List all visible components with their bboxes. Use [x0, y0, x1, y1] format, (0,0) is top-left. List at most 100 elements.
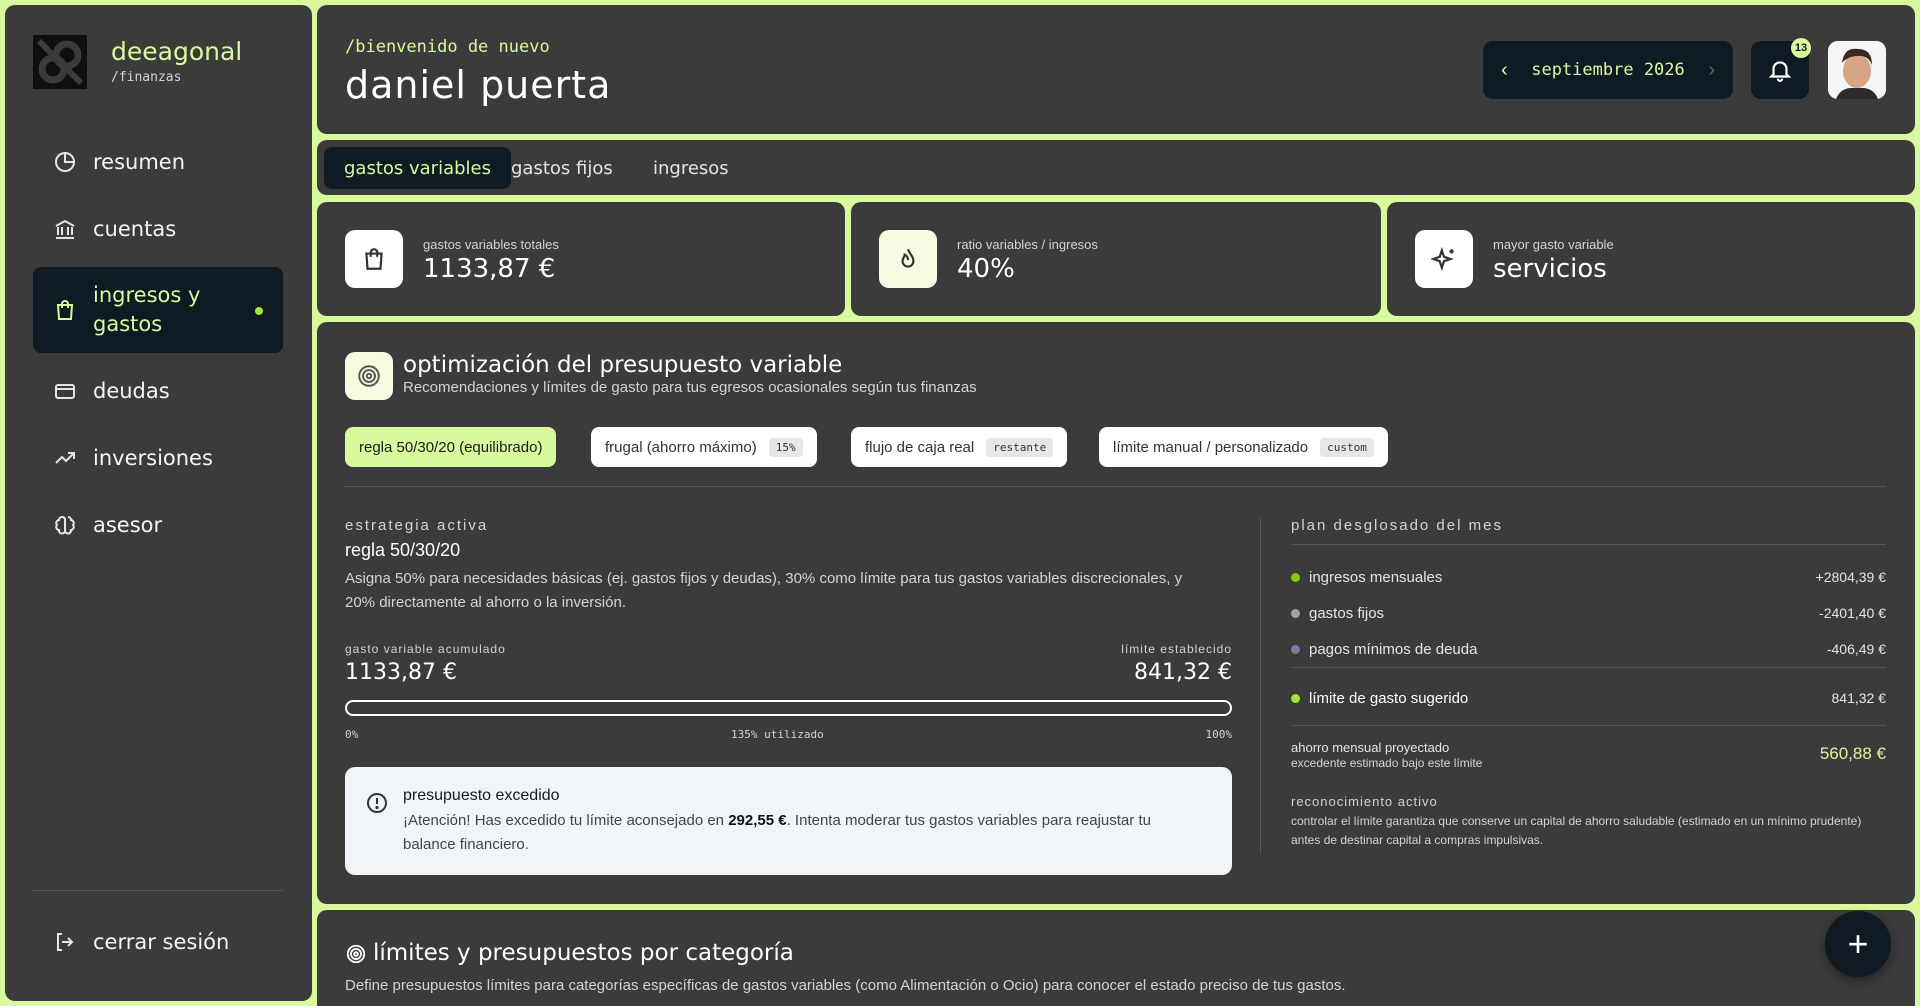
strategy-name: regla 50/30/20 — [345, 540, 461, 560]
plan-row-amount: +2804,39 € — [1815, 569, 1886, 585]
strategy-chip-manual[interactable]: límite manual / personalizado custom — [1099, 427, 1388, 467]
tab-gastos-variables[interactable]: gastos variables — [324, 147, 511, 189]
section-title: límites y presupuestos por categoría — [373, 940, 794, 966]
plan-row-label: límite de gasto sugerido — [1309, 689, 1469, 707]
limit-value: 841,32 € — [1134, 660, 1232, 685]
progress-used-label: 135% utilizado — [731, 728, 824, 741]
strategy-label: estrategia activa — [345, 517, 489, 534]
divider — [1291, 544, 1886, 545]
logout-button[interactable]: cerrar sesión — [33, 913, 283, 971]
chevron-right-icon[interactable]: › — [1708, 59, 1715, 82]
accumulated-value: 1133,87 € — [345, 660, 457, 685]
plan-row-fixed: gastos fijos -2401,40 € — [1291, 601, 1886, 625]
logout-icon — [57, 933, 74, 951]
pie-chart-icon — [55, 151, 76, 172]
page-title: daniel puerta — [345, 63, 612, 107]
tab-bar: gastos variables gastos fijos ingresos — [317, 140, 1915, 195]
projected-savings-amount: 560,88 € — [1819, 744, 1886, 763]
plan-row-label: gastos fijos — [1309, 604, 1385, 622]
plan-label: plan desglosado del mes — [1291, 517, 1503, 534]
column-divider — [1260, 517, 1261, 854]
sidebar-item-asesor[interactable]: asesor — [33, 496, 283, 554]
stat-label: mayor gasto variable — [1493, 237, 1614, 252]
trending-up-icon — [55, 452, 75, 464]
alert-body: ¡Atención! Has excedido tu límite aconse… — [403, 812, 1151, 853]
stat-card-total: gastos variables totales 1133,87 € — [317, 202, 845, 316]
chip-tag: restante — [986, 437, 1054, 457]
plan-row-suggested-limit: límite de gasto sugerido 841,32 € — [1291, 686, 1886, 710]
active-indicator-dot — [255, 307, 263, 315]
sidebar-item-label: cuentas — [93, 217, 177, 241]
bank-icon — [55, 219, 75, 239]
target-icon — [346, 944, 366, 964]
month-selector[interactable]: ‹ septiembre 2026 › — [1483, 41, 1733, 99]
stat-value: 1133,87 € — [423, 254, 556, 284]
chip-tag: custom — [1320, 437, 1374, 457]
shopping-bag-icon — [56, 300, 74, 320]
exceeded-amount: 292,55 € — [728, 812, 787, 829]
alert-title: presupuesto excedido — [403, 787, 560, 804]
section-subtitle: Recomendaciones y límites de gasto para … — [403, 379, 977, 396]
chip-label: flujo de caja real — [865, 438, 975, 456]
section-title: optimización del presupuesto variable — [403, 352, 843, 378]
flame-icon — [879, 230, 937, 288]
logout-label: cerrar sesión — [93, 930, 230, 954]
divider — [345, 486, 1886, 487]
shopping-bag-icon — [345, 230, 403, 288]
plan-row-label: ingresos mensuales — [1309, 568, 1443, 586]
plan-row-amount: -2401,40 € — [1819, 605, 1886, 621]
sidebar-item-inversiones[interactable]: inversiones — [33, 429, 283, 487]
chip-label: frugal (ahorro máximo) — [605, 438, 757, 456]
month-label: septiembre 2026 — [1531, 60, 1685, 80]
category-limits-section: límites y presupuestos por categoría Def… — [317, 910, 1915, 1006]
sidebar: deeagonal /finanzas resumen cuentas ingr… — [5, 5, 312, 1001]
notification-badge: 13 — [1791, 38, 1811, 58]
target-icon — [345, 352, 393, 400]
chip-label: límite manual / personalizado — [1113, 438, 1309, 456]
plan-row-debt: pagos mínimos de deuda -406,49 € — [1291, 637, 1886, 661]
stat-label: gastos variables totales — [423, 237, 559, 252]
sidebar-item-resumen[interactable]: resumen — [33, 133, 283, 191]
stat-card-ratio: ratio variables / ingresos 40% — [851, 202, 1381, 316]
status-dot — [1291, 608, 1300, 618]
tab-gastos-fijos[interactable]: gastos fijos — [491, 147, 633, 189]
page-header: /bienvenido de nuevo daniel puerta ‹ sep… — [317, 5, 1915, 134]
plan-row-income: ingresos mensuales +2804,39 € — [1291, 565, 1886, 589]
sidebar-item-label: deudas — [93, 379, 170, 403]
projected-savings-sub: excedente estimado bajo este límite — [1291, 756, 1483, 770]
sidebar-item-label: resumen — [93, 150, 186, 174]
stat-label: ratio variables / ingresos — [957, 237, 1098, 252]
divider — [1291, 667, 1886, 668]
tab-ingresos[interactable]: ingresos — [633, 147, 749, 189]
avatar[interactable] — [1828, 41, 1886, 99]
strategy-chip-frugal[interactable]: frugal (ahorro máximo) 15% — [591, 427, 817, 467]
chip-label: regla 50/30/20 (equilibrado) — [359, 438, 543, 456]
sidebar-item-label: ingresos y gastos — [93, 283, 201, 336]
divider — [1291, 725, 1886, 726]
sidebar-item-deudas[interactable]: deudas — [33, 362, 283, 420]
status-dot — [1291, 693, 1300, 703]
stat-card-top-expense: mayor gasto variable servicios — [1387, 202, 1915, 316]
progress-min-label: 0% — [345, 728, 359, 741]
strategy-chip-cashflow[interactable]: flujo de caja real restante — [851, 427, 1068, 467]
bell-icon — [1768, 61, 1792, 82]
plan-row-label: pagos mínimos de deuda — [1309, 640, 1478, 658]
recognition-body: controlar el límite garantiza que conser… — [1291, 814, 1862, 847]
projected-savings-label: ahorro mensual proyectado — [1291, 740, 1450, 755]
brand-logo[interactable] — [33, 35, 87, 89]
credit-card-icon — [55, 384, 75, 399]
sidebar-item-label: asesor — [93, 513, 163, 537]
sidebar-item-cuentas[interactable]: cuentas — [33, 200, 283, 258]
alert-circle-icon — [367, 793, 387, 813]
add-button[interactable]: + — [1825, 911, 1891, 977]
sparkles-icon — [1415, 230, 1473, 288]
stat-value: servicios — [1493, 254, 1607, 284]
chip-tag: 15% — [768, 437, 803, 457]
strategy-chip-503020[interactable]: regla 50/30/20 (equilibrado) — [345, 427, 557, 467]
sidebar-divider — [33, 890, 283, 891]
sidebar-item-ingresos-gastos[interactable]: ingresos y gastos — [33, 267, 283, 353]
chevron-left-icon[interactable]: ‹ — [1501, 59, 1508, 82]
notifications-button[interactable]: 13 — [1751, 38, 1811, 99]
budget-optimization-section: optimización del presupuesto variable Re… — [317, 322, 1915, 904]
accumulated-label: gasto variable acumulado — [345, 642, 506, 656]
